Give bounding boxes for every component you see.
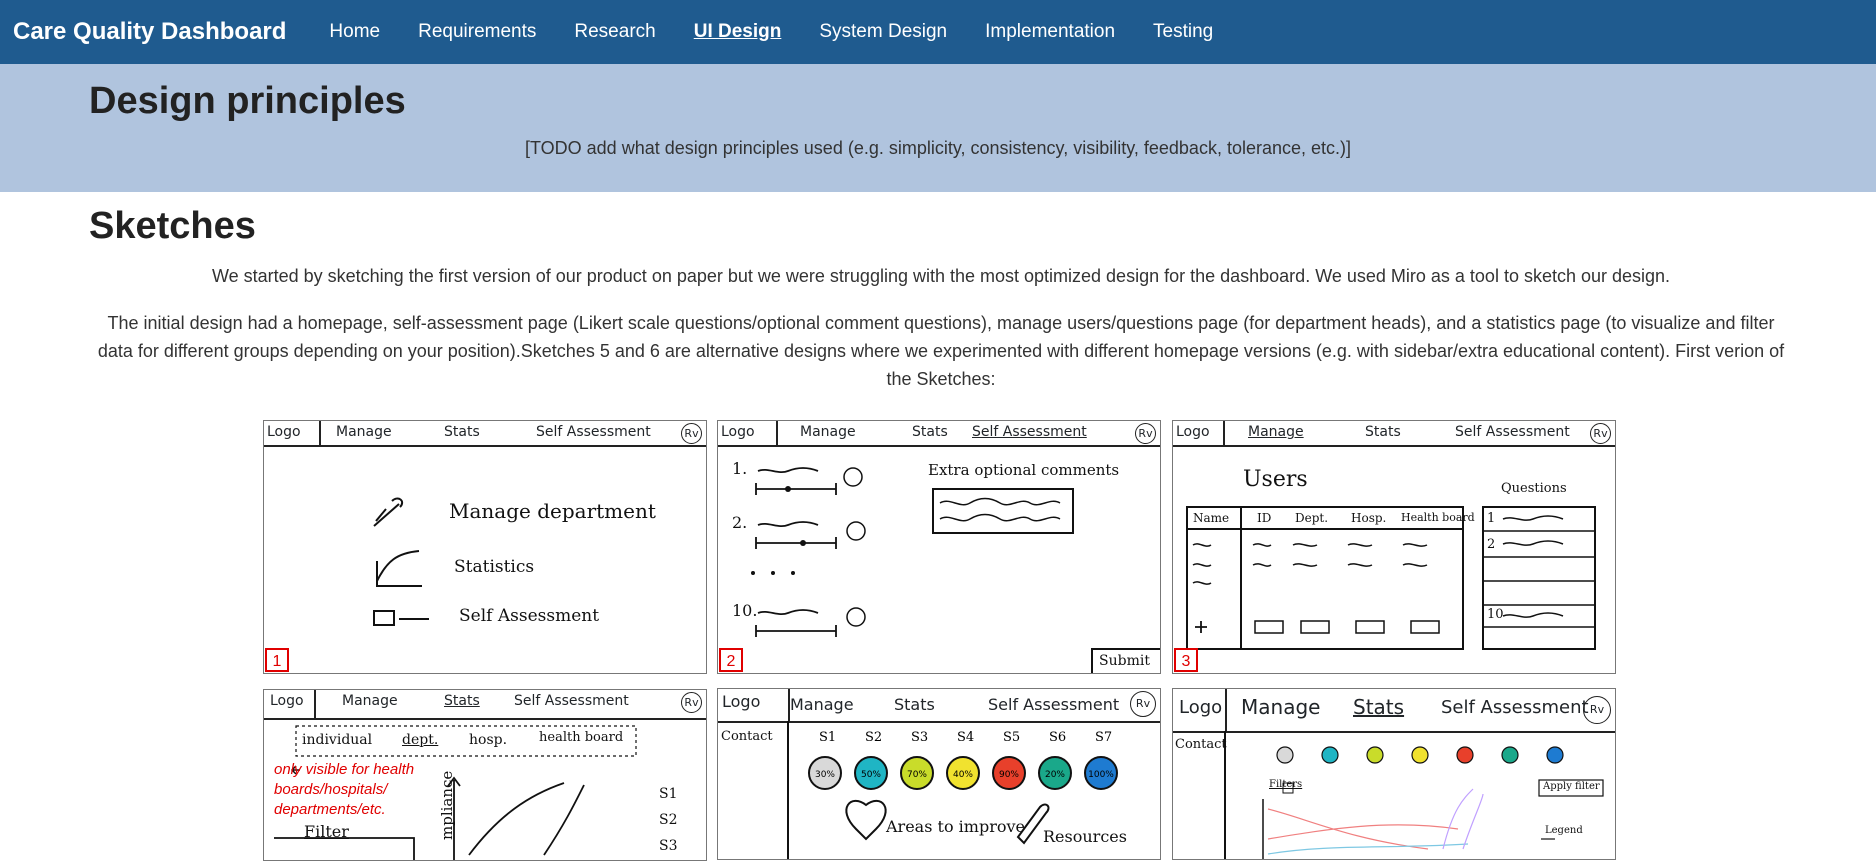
sketch-mini-circle: [1456, 746, 1474, 764]
nav-research[interactable]: Research: [555, 21, 674, 43]
sketch-1-drawings: [373, 497, 429, 626]
nav-implementation[interactable]: Implementation: [966, 21, 1134, 43]
sketch-mini-circle: [1276, 746, 1294, 764]
sketch-row-1: 1.: [732, 459, 748, 478]
sketch-col-hosp: Hosp.: [1351, 511, 1387, 525]
sketch-circle-value: 40%: [953, 770, 973, 780]
sketch-image-3: Logo Manage Stats Self Assessment Rv Use…: [1172, 420, 1616, 674]
sketch-filter-health-board: health board: [539, 730, 624, 745]
sketch-image-2: Logo Manage Stats Self Assessment Rv 1. …: [717, 420, 1161, 674]
brand-title[interactable]: Care Quality Dashboard: [13, 18, 286, 46]
sketch-circle-label: S2: [865, 730, 882, 745]
sketch-number-badge: 1: [265, 648, 289, 672]
sketch-statistics-label: Statistics: [454, 557, 535, 577]
sketches-description-paragraph: The initial design had a homepage, self-…: [97, 313, 1785, 389]
sketch-number-badge: 2: [719, 648, 743, 672]
nav-system-design[interactable]: System Design: [800, 21, 966, 43]
sketch-mini-circle: [1501, 746, 1519, 764]
sketch-legend-s3: S3: [659, 838, 678, 854]
sketch-circle-value: 70%: [907, 770, 927, 780]
sketch-circle-value: 100%: [1088, 770, 1114, 780]
sketch-circle-label: S6: [1049, 730, 1066, 745]
sketch-legend-s1: S1: [659, 786, 678, 802]
sketch-mini-circle: [1366, 746, 1384, 764]
sketch-y-axis-label: mpliance: [438, 770, 456, 840]
sketch-circle-label: S5: [1003, 730, 1020, 745]
sketch-circle-value: 90%: [999, 770, 1019, 780]
sketch-2-drawings: [751, 467, 1160, 673]
sketch-image-6: Logo Manage Stats Self Assessment Rv Con…: [1172, 688, 1616, 860]
nav-testing[interactable]: Testing: [1134, 21, 1232, 43]
sketch-filter-hosp: hosp.: [469, 732, 508, 748]
sketch-filter-individual: individual: [302, 732, 373, 748]
design-principles-text: [TODO add what design principles used (e…: [524, 138, 1352, 158]
sketch-circle-value: 50%: [861, 770, 881, 780]
sketch-self-assessment-label: Self Assessment: [459, 606, 600, 626]
sketch-col-health-board: Health board: [1401, 511, 1475, 524]
sketch-filter-dept: dept.: [402, 732, 439, 748]
sketch-qrow-10: 10: [1487, 607, 1504, 622]
sketch-qrow-2: 2: [1487, 537, 1496, 552]
sketches-intro-paragraph: We started by sketching the first versio…: [211, 266, 1671, 286]
sketch-circle-label: S7: [1095, 730, 1112, 745]
sketch-submit-button: Submit: [1099, 653, 1150, 669]
sketch-circle-label: S3: [911, 730, 928, 745]
nav-home[interactable]: Home: [310, 21, 399, 43]
sketch-contact-label: Contact: [721, 729, 773, 744]
sketch-image-5: Logo Manage Stats Self Assessment Rv S1 3…: [717, 688, 1161, 860]
sketch-row-2: 2.: [732, 513, 748, 532]
sketch-resources: Resources: [1043, 827, 1127, 846]
design-principles-banner: Design principles [TODO add what design …: [0, 64, 1876, 192]
sketch-number-badge: 3: [1174, 648, 1198, 672]
nav-ui-design[interactable]: UI Design: [675, 21, 801, 43]
sketch-mini-circle: [1546, 746, 1564, 764]
sketch-areas-to-improve: Areas to improve: [886, 817, 1025, 836]
sketch-circle-value: 20%: [1045, 770, 1065, 780]
sketch-circle-label: S1: [819, 730, 836, 745]
sketch-mini-circle: [1321, 746, 1339, 764]
sketch-contact-label: Contact: [1175, 737, 1227, 752]
sketch-col-dept: Dept.: [1295, 511, 1329, 525]
sketch-row-10: 10.: [732, 601, 758, 620]
sketch-col-name: Name: [1193, 511, 1230, 525]
sketch-visibility-note: only visible for health boards/hospitals…: [274, 761, 415, 818]
top-navbar: Care Quality Dashboard Home Requirements…: [0, 0, 1876, 64]
sketch-circle-value: 30%: [815, 770, 835, 780]
sketch-qrow-1: 1: [1487, 511, 1496, 526]
sketch-legend-s2: S2: [659, 812, 678, 828]
sketch-comments-label: Extra optional comments: [928, 461, 1120, 479]
sketch-3-drawings: [1186, 506, 1596, 650]
sketch-filters-label: Filters: [1269, 779, 1303, 790]
sketch-mini-circle: [1411, 746, 1429, 764]
sketches-heading: Sketches: [89, 205, 256, 247]
design-principles-heading: Design principles: [89, 80, 406, 122]
sketch-image-1: Logo Manage Stats Self Assessment Rv Man…: [263, 420, 707, 674]
sketch-col-id: ID: [1257, 511, 1272, 525]
nav-requirements[interactable]: Requirements: [399, 21, 555, 43]
sketch-filter-label: Filter: [304, 822, 349, 841]
sketch-apply-filter-button: Apply filter: [1543, 781, 1600, 792]
sketch-manage-department-label: Manage department: [449, 499, 656, 523]
sketch-questions-title: Questions: [1501, 481, 1567, 496]
sketch-circle-label: S4: [957, 730, 974, 745]
sketch-users-title: Users: [1243, 467, 1308, 492]
sketch-legend-label: Legend: [1545, 825, 1583, 836]
sketch-image-4: Logo Manage Stats Self Assessment Rv ind…: [263, 689, 707, 861]
